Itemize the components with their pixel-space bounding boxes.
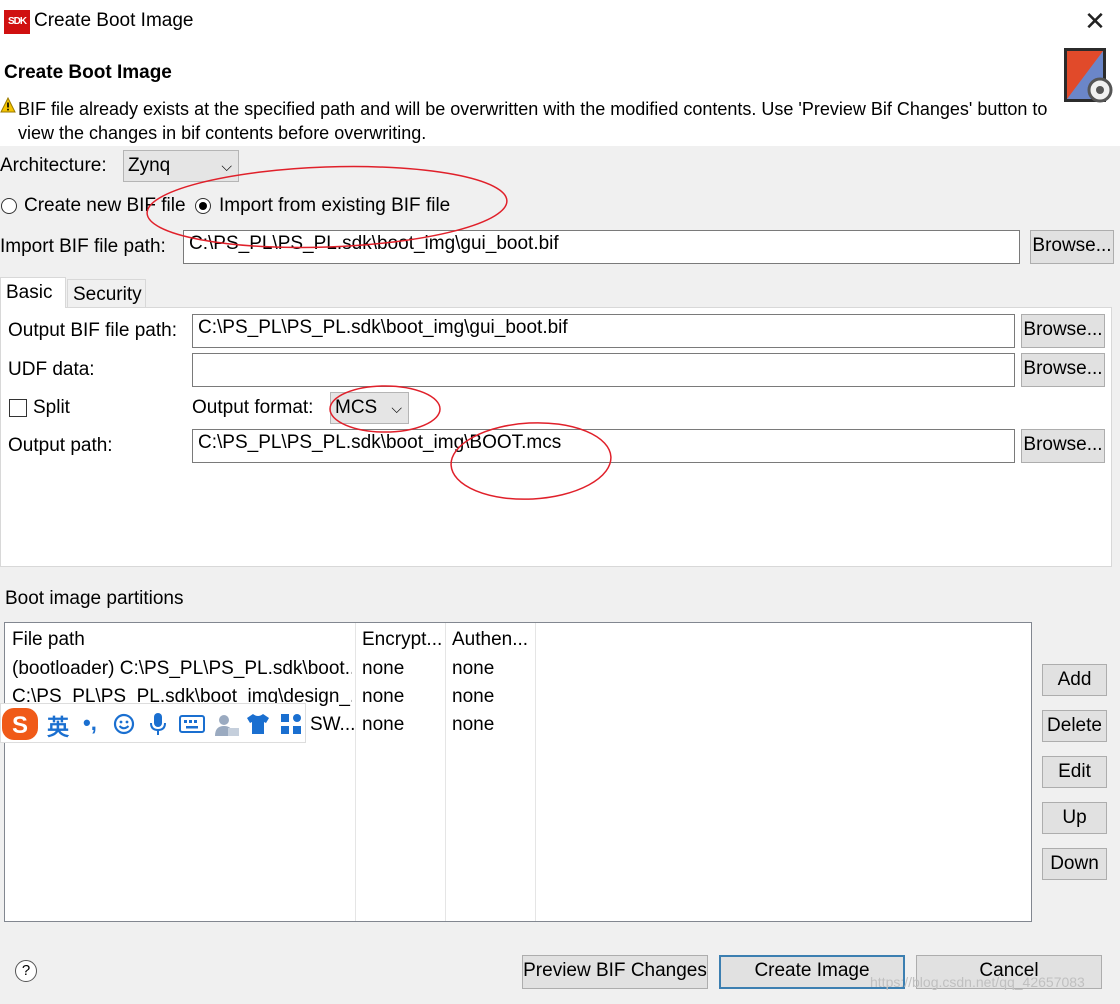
- chevron-down-icon: ⌵: [391, 400, 402, 416]
- output-format-label: Output format:: [192, 397, 314, 418]
- add-button[interactable]: Add: [1042, 664, 1107, 696]
- output-bif-browse-button[interactable]: Browse...: [1021, 314, 1105, 348]
- sdk-app-icon: SDK: [4, 10, 30, 34]
- architecture-label: Architecture:: [0, 155, 107, 176]
- output-path-label: Output path:: [8, 435, 113, 456]
- output-path-input[interactable]: C:\PS_PL\PS_PL.sdk\boot_img\BOOT.mcs: [192, 429, 1015, 463]
- column-divider: [445, 623, 446, 921]
- architecture-select[interactable]: Zynq ⌵: [123, 150, 239, 182]
- import-bif-path-label: Import BIF file path:: [0, 236, 166, 257]
- table-row-file-path[interactable]: (bootloader) C:\PS_PL\PS_PL.sdk\boot...: [12, 658, 352, 680]
- create-new-bif-radio[interactable]: [1, 198, 17, 214]
- import-bif-browse-button[interactable]: Browse...: [1030, 230, 1114, 264]
- column-divider: [355, 623, 356, 921]
- window-title: Create Boot Image: [34, 10, 194, 31]
- tab-security[interactable]: Security: [67, 279, 146, 309]
- column-header-file-path[interactable]: File path: [12, 629, 85, 651]
- warning-icon: [0, 97, 16, 113]
- column-divider: [535, 623, 536, 921]
- split-label: Split: [33, 397, 70, 418]
- output-bif-input[interactable]: C:\PS_PL\PS_PL.sdk\boot_img\gui_boot.bif: [192, 314, 1015, 348]
- emoji-icon[interactable]: [113, 713, 135, 735]
- table-row-encryption: none: [362, 714, 405, 735]
- partitions-table: File path Encrypt... Authen... (bootload…: [4, 622, 1032, 922]
- svg-text:S: S: [12, 712, 28, 739]
- preview-bif-changes-button[interactable]: Preview BIF Changes: [522, 955, 708, 989]
- split-checkbox[interactable]: [9, 399, 27, 417]
- table-row-authentication: none: [452, 714, 495, 735]
- chevron-down-icon: ⌵: [221, 158, 232, 174]
- table-row-encryption: none: [362, 686, 405, 707]
- architecture-value: Zynq: [128, 155, 171, 176]
- table-row-authentication: none: [452, 658, 495, 679]
- sogou-logo-icon[interactable]: S: [1, 707, 39, 741]
- output-format-select[interactable]: MCS ⌵: [330, 392, 409, 424]
- create-new-bif-label: Create new BIF file: [24, 195, 186, 216]
- udf-data-input[interactable]: [192, 353, 1015, 387]
- down-button[interactable]: Down: [1042, 848, 1107, 880]
- tab-basic[interactable]: Basic: [0, 277, 66, 308]
- ime-toolbar[interactable]: S 英 •,: [0, 703, 306, 743]
- skin-icon[interactable]: [246, 713, 270, 735]
- ime-punctuation-toggle[interactable]: •,: [83, 710, 97, 736]
- import-bif-path-input[interactable]: C:\PS_PL\PS_PL.sdk\boot_img\gui_boot.bif: [183, 230, 1020, 264]
- table-row-encryption: none: [362, 658, 405, 679]
- help-icon[interactable]: ?: [15, 960, 37, 982]
- table-row-file-path[interactable]: SW...: [310, 714, 354, 736]
- partitions-label: Boot image partitions: [5, 588, 184, 609]
- user-icon[interactable]: [214, 712, 240, 738]
- edit-button[interactable]: Edit: [1042, 756, 1107, 788]
- watermark: https://blog.csdn.net/qq_42657083: [870, 974, 1085, 990]
- boot-image-gear-icon: [1064, 48, 1113, 103]
- output-path-browse-button[interactable]: Browse...: [1021, 429, 1105, 463]
- udf-data-browse-button[interactable]: Browse...: [1021, 353, 1105, 387]
- ime-language-toggle[interactable]: 英: [47, 710, 69, 742]
- table-row-authentication: none: [452, 686, 495, 707]
- udf-data-label: UDF data:: [8, 359, 95, 380]
- dialog-title: Create Boot Image: [4, 62, 172, 83]
- warning-message: BIF file already exists at the specified…: [18, 99, 1048, 143]
- column-header-encryption[interactable]: Encrypt...: [362, 629, 444, 651]
- keyboard-icon[interactable]: [179, 715, 205, 733]
- microphone-icon[interactable]: [148, 712, 168, 736]
- import-bif-label: Import from existing BIF file: [219, 195, 451, 216]
- delete-button[interactable]: Delete: [1042, 710, 1107, 742]
- import-bif-radio[interactable]: [195, 198, 211, 214]
- up-button[interactable]: Up: [1042, 802, 1107, 834]
- column-header-authentication[interactable]: Authen...: [452, 629, 534, 651]
- close-icon[interactable]: ✕: [1080, 6, 1110, 36]
- output-format-value: MCS: [335, 397, 378, 418]
- grid-icon[interactable]: [280, 713, 302, 735]
- output-bif-label: Output BIF file path:: [8, 320, 177, 341]
